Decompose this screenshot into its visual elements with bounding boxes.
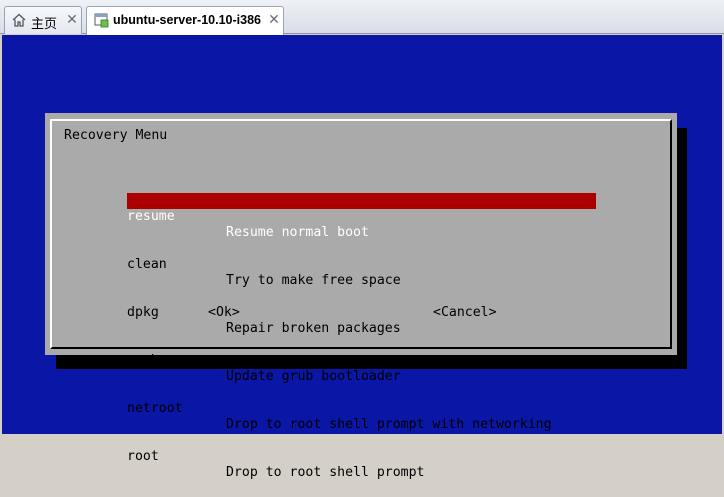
tab-vm-label: ubuntu-server-10.10-i386 [113,13,261,27]
home-icon [12,13,26,27]
ok-button[interactable]: <Ok> [208,305,240,321]
menu-item-key: dpkg [127,305,159,320]
close-icon[interactable]: ✕ [267,11,281,27]
dialog-title: Recovery Menu [64,128,168,143]
menu-item-key: grub [127,353,159,368]
tab-vm[interactable]: ubuntu-server-10.10-i386 ✕ [86,6,284,35]
cancel-button[interactable]: <Cancel> [433,305,497,321]
menu-item-key: root [127,449,159,464]
menu-item-desc: Try to make free space [226,273,401,288]
menu-item-root[interactable]: root Drop to root shell prompt [127,433,596,480]
menu-item-netroot[interactable]: netroot Drop to root shell prompt with n… [127,385,596,432]
recovery-menu-list: resume Resume normal boot clean Try to m… [127,161,596,481]
tab-home[interactable]: 主页 ✕ [4,6,82,34]
menu-item-grub[interactable]: grub Update grub bootloader [127,337,596,384]
recovery-dialog: Recovery Menu resume Resume normal boot … [45,113,677,480]
menu-item-clean[interactable]: clean Try to make free space [127,241,596,288]
vm-icon [94,13,109,28]
menu-item-resume[interactable]: resume Resume normal boot [127,193,596,240]
menu-item-desc: Drop to root shell prompt [226,465,425,480]
menu-item-desc: Drop to root shell prompt with networkin… [226,417,552,432]
menu-item-key: clean [127,257,167,272]
menu-item-desc: Update grub bootloader [226,369,401,384]
menu-item-key: netroot [127,401,183,416]
menu-item-desc: Resume normal boot [226,225,369,240]
menu-item-desc: Repair broken packages [226,321,401,336]
menu-item-key: resume [127,209,175,224]
tab-bar: 主页 ✕ ubuntu-server-10.10-i386 ✕ [0,0,724,35]
menu-item-dpkg[interactable]: dpkg Repair broken packages [127,289,596,336]
close-icon[interactable]: ✕ [65,11,79,27]
tab-home-label: 主页 [31,16,58,31]
